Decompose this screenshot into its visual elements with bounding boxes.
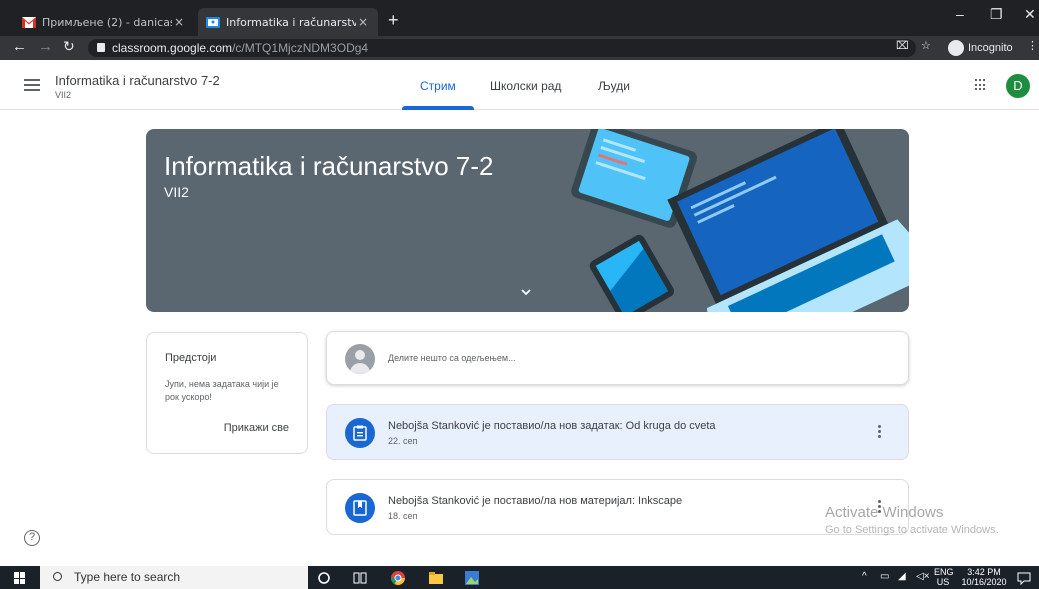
- notifications-icon[interactable]: [1016, 570, 1032, 586]
- banner-title: Informatika i računarstvo 7-2: [164, 151, 494, 181]
- browser-tab-title: Примљене (2) - danicastankovic: [42, 15, 172, 29]
- upcoming-title: Предстоји: [165, 352, 217, 364]
- forward-icon[interactable]: →: [38, 38, 53, 55]
- hamburger-menu-icon[interactable]: [24, 79, 40, 91]
- clock[interactable]: 3:42 PM 10/16/2020: [960, 567, 1008, 587]
- clock-date: 10/16/2020: [961, 577, 1007, 587]
- stream-post[interactable]: Nebojša Stanković је поставио/ла нов мат…: [326, 479, 909, 535]
- incognito-label: Incognito: [968, 41, 1013, 54]
- search-icon: [53, 572, 62, 581]
- post-title: Nebojša Stanković је поставио/ла нов зад…: [388, 420, 716, 432]
- new-tab-button[interactable]: +: [388, 10, 399, 31]
- share-placeholder: Делите нешто са одељењем...: [388, 353, 516, 363]
- post-date: 22. сеп: [388, 436, 418, 446]
- share-with-class-box[interactable]: Делите нешто са одељењем...: [326, 331, 909, 385]
- material-icon: [345, 493, 375, 523]
- browser-tab-strip: Примљене (2) - danicastankovic × Informa…: [0, 0, 1039, 36]
- post-title: Nebojša Stanković је поставио/ла нов мат…: [388, 495, 683, 507]
- url-host: classroom.google.com: [112, 41, 233, 55]
- upcoming-card: Предстоји Јупи, нема задатака чији је ро…: [146, 332, 308, 454]
- photos-app-icon[interactable]: [464, 570, 480, 586]
- banner-subtitle: VII2: [164, 184, 189, 200]
- browser-tab-gmail[interactable]: Примљене (2) - danicastankovic ×: [14, 8, 194, 36]
- incognito-badge[interactable]: Incognito: [948, 40, 1013, 56]
- url-field[interactable]: classroom.google.com/c/MTQ1MjczNDM3ODg4: [88, 39, 916, 57]
- tab-stream[interactable]: Стрим: [420, 79, 456, 93]
- close-tab-icon[interactable]: ×: [172, 15, 186, 29]
- chrome-icon[interactable]: [390, 570, 406, 586]
- keyboard-layout: US: [936, 577, 950, 587]
- help-icon[interactable]: ?: [24, 530, 40, 546]
- account-avatar[interactable]: D: [1006, 74, 1030, 98]
- close-window-icon[interactable]: ✕: [1024, 6, 1036, 23]
- user-avatar: [345, 344, 375, 374]
- language-indicator[interactable]: ENG US: [934, 567, 954, 587]
- file-explorer-icon[interactable]: [428, 570, 444, 586]
- tray-chevron-icon[interactable]: ^: [862, 571, 867, 582]
- google-apps-icon[interactable]: [975, 79, 987, 91]
- browser-tab-classroom[interactable]: Informatika i računarstvo 7-2 VII2 ×: [198, 8, 378, 36]
- class-section: VII2: [55, 90, 72, 100]
- browser-tab-title: Informatika i računarstvo 7-2 VII2: [226, 15, 356, 29]
- cortana-icon[interactable]: [316, 570, 332, 586]
- post-date: 18. сеп: [388, 511, 418, 521]
- incognito-icon: [948, 40, 964, 56]
- taskbar-search-placeholder: Type here to search: [74, 570, 181, 584]
- clock-time: 3:42 PM: [967, 567, 1001, 577]
- url-path: /c/MTQ1MjczNDM3ODg4: [232, 41, 369, 55]
- class-title[interactable]: Informatika i računarstvo 7-2: [55, 73, 220, 88]
- chevron-down-icon[interactable]: [521, 287, 531, 297]
- tab-classwork[interactable]: Школски рад: [490, 79, 561, 93]
- back-icon[interactable]: ←: [12, 38, 27, 55]
- classroom-icon: [206, 16, 220, 28]
- assignment-icon: [345, 418, 375, 448]
- network-icon[interactable]: ◢: [898, 571, 906, 582]
- browser-menu-icon[interactable]: ⋮: [1027, 39, 1038, 52]
- translate-icon[interactable]: ⌧: [896, 39, 909, 52]
- language-code: ENG: [934, 567, 954, 577]
- taskbar-search[interactable]: Type here to search: [40, 566, 308, 589]
- active-tab-indicator: [402, 106, 474, 110]
- class-banner: Informatika i računarstvo 7-2 VII2: [146, 129, 909, 312]
- restore-icon[interactable]: ❐: [990, 6, 1003, 23]
- reload-icon[interactable]: ↻: [63, 38, 75, 55]
- laptop-tablet-illustration: [571, 129, 909, 312]
- tab-people[interactable]: Људи: [598, 79, 630, 93]
- minimize-icon[interactable]: –: [956, 6, 964, 22]
- volume-icon[interactable]: ◁×: [916, 571, 930, 582]
- view-all-link[interactable]: Прикажи све: [224, 422, 289, 434]
- activate-windows-text: Go to Settings to activate Windows.: [825, 524, 999, 536]
- close-tab-icon[interactable]: ×: [356, 15, 370, 29]
- gmail-icon: [22, 16, 36, 28]
- upcoming-body: Јупи, нема задатака чији је рок ускоро!: [165, 379, 279, 402]
- windows-taskbar: Type here to search ^ ▭ ◢ ◁× ENG US 3:42…: [0, 566, 1039, 589]
- classroom-header: Informatika i računarstvo 7-2 VII2 Стрим…: [0, 60, 1039, 110]
- address-bar-row: ← → ↻ classroom.google.com/c/MTQ1MjczNDM…: [0, 36, 1039, 60]
- lock-icon: [97, 43, 105, 52]
- task-view-icon[interactable]: [352, 570, 368, 586]
- activate-windows-heading: Activate Windows: [825, 504, 944, 521]
- more-options-icon[interactable]: [878, 425, 882, 439]
- bookmark-star-icon[interactable]: ☆: [921, 39, 931, 52]
- stream-post[interactable]: Nebojša Stanković је поставио/ла нов зад…: [326, 404, 909, 460]
- battery-icon[interactable]: ▭: [880, 571, 889, 582]
- windows-start-icon[interactable]: [14, 572, 26, 584]
